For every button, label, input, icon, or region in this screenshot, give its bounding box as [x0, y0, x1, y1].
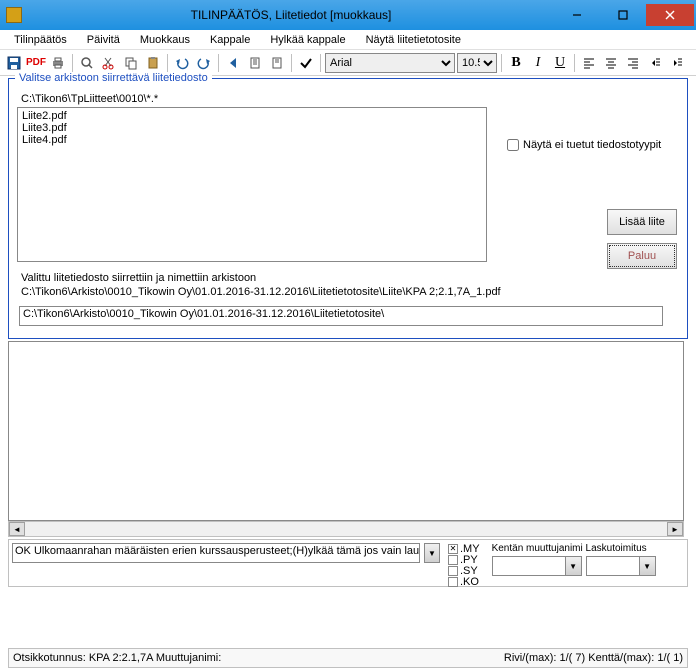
menu-tilinpaatos[interactable]: Tilinpäätös [4, 32, 77, 48]
undo-icon[interactable] [172, 53, 192, 73]
menu-kappale[interactable]: Kappale [200, 32, 260, 48]
menu-hylkaa[interactable]: Hylkää kappale [260, 32, 355, 48]
info-line-1: Valittu liitetiedosto siirrettiin ja nim… [21, 272, 679, 284]
file-select-fieldset: Valitse arkistoon siirrettävä liitetiedo… [8, 78, 688, 339]
toolbar-separator [320, 54, 321, 72]
menu-bar: Tilinpäätös Päivitä Muokkaus Kappale Hyl… [0, 30, 696, 50]
bold-button[interactable]: B [506, 53, 526, 73]
ext-row-my[interactable]: ✕.MY [448, 543, 480, 554]
chevron-down-icon[interactable]: ▼ [639, 557, 655, 575]
menu-nayta[interactable]: Näytä liitetietotosite [356, 32, 471, 48]
toolbar-separator [167, 54, 168, 72]
cut-icon[interactable] [99, 53, 119, 73]
show-unsupported-checkbox[interactable]: Näytä ei tuetut tiedostotyypit [507, 139, 677, 151]
file-item[interactable]: Liite3.pdf [20, 122, 484, 134]
nav-back-icon[interactable] [223, 53, 243, 73]
font-name-select[interactable]: Arial [325, 53, 455, 73]
side-controls: Näytä ei tuetut tiedostotyypit [507, 109, 677, 151]
align-left-icon[interactable] [579, 53, 599, 73]
minimize-button[interactable] [554, 3, 600, 27]
extension-column: ✕.MY .PY .SY .KO [448, 543, 480, 587]
align-center-icon[interactable] [601, 53, 621, 73]
close-button[interactable] [646, 4, 694, 26]
checkbox-label: Näytä ei tuetut tiedostotyypit [523, 139, 661, 151]
horizontal-scrollbar[interactable]: ◄ ► [8, 521, 684, 537]
toolbar-separator [218, 54, 219, 72]
ext-checkbox[interactable] [448, 555, 458, 565]
title-bar: TILINPÄÄTÖS, Liitetiedot [muokkaus] [0, 0, 696, 30]
status-bar: Otsikkotunnus: KPA 2:2.1,7A Muuttujanimi… [8, 648, 688, 668]
window-title: TILINPÄÄTÖS, Liitetiedot [muokkaus] [28, 8, 554, 22]
button-stack: Lisää liite Paluu [607, 209, 677, 269]
variable-name-select[interactable]: ▼ [492, 556, 582, 576]
paste-icon[interactable] [143, 53, 163, 73]
doc2-icon[interactable] [267, 53, 287, 73]
toolbar-separator [72, 54, 73, 72]
file-list[interactable]: Liite2.pdf Liite3.pdf Liite4.pdf [17, 107, 487, 262]
print-icon[interactable] [48, 53, 68, 73]
bottom-panel: OK Ulkomaanrahan määräisten erien kurssa… [8, 539, 688, 587]
right-column: Kentän muuttujanimi Laskutoimitus ▼ ▼ [492, 543, 656, 576]
calculation-select[interactable]: ▼ [586, 556, 656, 576]
variable-label: Kentän muuttujanimi Laskutoimitus [492, 543, 656, 554]
ext-row-sy[interactable]: .SY [448, 565, 480, 576]
pdf-icon[interactable]: PDF [26, 53, 46, 73]
toolbar-separator [291, 54, 292, 72]
ext-checkbox[interactable]: ✕ [448, 544, 458, 554]
menu-muokkaus[interactable]: Muokkaus [130, 32, 200, 48]
underline-button[interactable]: U [550, 53, 570, 73]
redo-icon[interactable] [194, 53, 214, 73]
scroll-left-icon[interactable]: ◄ [9, 522, 25, 536]
check-icon[interactable] [296, 53, 316, 73]
font-size-select[interactable]: 10.5 [457, 53, 497, 73]
copy-icon[interactable] [121, 53, 141, 73]
dropdown-button[interactable]: ▼ [424, 543, 440, 563]
save-icon[interactable] [4, 53, 24, 73]
return-button[interactable]: Paluu [607, 243, 677, 269]
editor-wrap: ◄ ► [8, 341, 688, 537]
archive-path-input[interactable]: C:\Tikon6\Arkisto\0010_Tikowin Oy\01.01.… [19, 306, 663, 326]
info-line-2: C:\Tikon6\Arkisto\0010_Tikowin Oy\01.01.… [21, 286, 679, 298]
doc1-icon[interactable] [245, 53, 265, 73]
ext-row-ko[interactable]: .KO [448, 576, 480, 587]
file-item[interactable]: Liite2.pdf [20, 110, 484, 122]
indent-icon[interactable] [667, 53, 687, 73]
fieldset-legend: Valitse arkistoon siirrettävä liitetiedo… [15, 72, 212, 84]
outdent-icon[interactable] [645, 53, 665, 73]
app-icon [6, 7, 22, 23]
checkbox-input[interactable] [507, 139, 519, 151]
file-item[interactable]: Liite4.pdf [20, 134, 484, 146]
text-editor[interactable] [8, 341, 684, 521]
italic-button[interactable]: I [528, 53, 548, 73]
status-input[interactable]: OK Ulkomaanrahan määräisten erien kurssa… [12, 543, 420, 563]
maximize-button[interactable] [600, 3, 646, 27]
ext-row-py[interactable]: .PY [448, 554, 480, 565]
add-attachment-button[interactable]: Lisää liite [607, 209, 677, 235]
ext-checkbox[interactable] [448, 566, 458, 576]
status-left: Otsikkotunnus: KPA 2:2.1,7A Muuttujanimi… [13, 652, 504, 664]
status-right: Rivi/(max): 1/( 7) Kenttä/(max): 1/( 1) [504, 652, 683, 664]
scroll-right-icon[interactable]: ► [667, 522, 683, 536]
chevron-down-icon[interactable]: ▼ [565, 557, 581, 575]
search-icon[interactable] [77, 53, 97, 73]
menu-paivita[interactable]: Päivitä [77, 32, 130, 48]
toolbar-separator [574, 54, 575, 72]
ext-checkbox[interactable] [448, 577, 458, 587]
align-right-icon[interactable] [623, 53, 643, 73]
toolbar-separator [501, 54, 502, 72]
path-label: C:\Tikon6\TpLiitteet\0010\*.* [21, 93, 679, 105]
